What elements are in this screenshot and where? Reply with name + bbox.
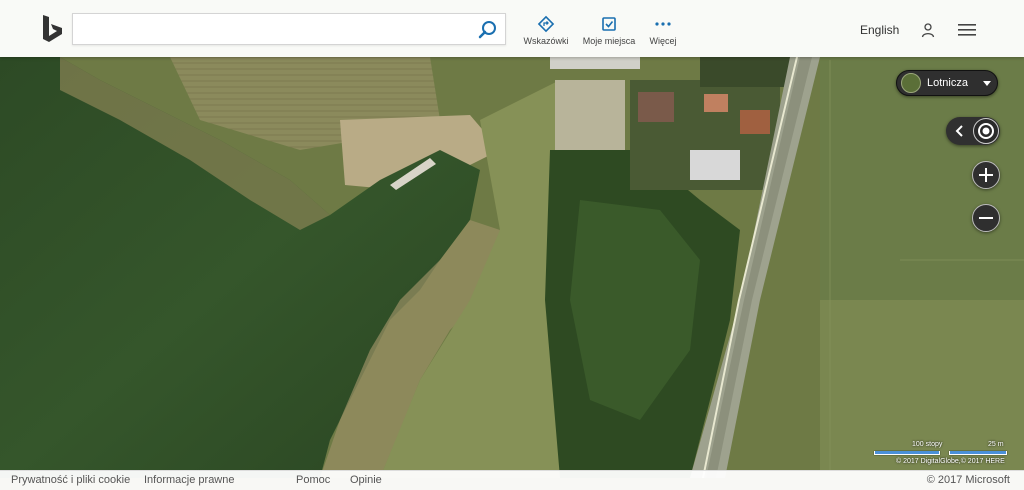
aerial-thumbnail-icon [901, 73, 921, 93]
aerial-map[interactable] [0, 0, 1024, 490]
directions-button[interactable]: Wskazówki [522, 15, 570, 49]
bing-logo-icon [43, 15, 62, 42]
search-input[interactable] [81, 18, 471, 42]
chevron-left-icon[interactable] [950, 121, 970, 141]
bing-logo[interactable] [40, 13, 64, 45]
copyright: © 2017 Microsoft [926, 474, 1010, 486]
search-button[interactable] [477, 19, 499, 41]
my-places-button[interactable]: Moje miejsca [582, 15, 636, 49]
plus-icon [979, 168, 993, 182]
scale-imperial-bar [874, 451, 940, 455]
locate-control [946, 117, 1000, 145]
imagery-attribution: © 2017 DigitalGlobe,© 2017 HERE [896, 458, 1005, 465]
map-type-selector[interactable]: Lotnicza [896, 70, 998, 96]
directions-icon [537, 15, 555, 33]
locate-icon [978, 123, 994, 139]
footer-link-feedback[interactable]: Opinie [350, 474, 382, 486]
scale-metric-label: 25 m [988, 441, 1004, 448]
footer-link-privacy[interactable]: Prywatność i pliki cookie [11, 474, 130, 486]
map-type-label: Lotnicza [927, 77, 968, 89]
search-box [72, 13, 506, 45]
user-icon[interactable] [920, 22, 936, 38]
footer-link-legal[interactable]: Informacje prawne [144, 474, 235, 486]
chevron-down-icon [983, 81, 991, 86]
more-button[interactable]: Więcej [646, 15, 680, 49]
more-icon [655, 22, 671, 26]
zoom-in-button[interactable] [972, 161, 1000, 189]
footer-link-help[interactable]: Pomoc [296, 474, 330, 486]
aerial-imagery [0, 0, 1024, 490]
language-link[interactable]: English [860, 23, 899, 37]
scale-imperial-label: 100 stopy [912, 441, 943, 448]
top-bar: Wskazówki Moje miejsca Więcej English [0, 0, 1024, 57]
minus-icon [979, 217, 993, 219]
zoom-out-button[interactable] [972, 204, 1000, 232]
locate-me-button[interactable] [973, 118, 999, 144]
more-label: Więcej [649, 36, 677, 46]
scale-metric-bar [949, 451, 1007, 455]
footer: Prywatność i pliki cookie Informacje pra… [0, 470, 1024, 490]
search-icon [478, 21, 496, 39]
my-places-icon [602, 17, 616, 31]
my-places-label: Moje miejsca [582, 36, 636, 46]
directions-label: Wskazówki [523, 36, 569, 46]
hamburger-menu-icon[interactable] [958, 23, 976, 37]
